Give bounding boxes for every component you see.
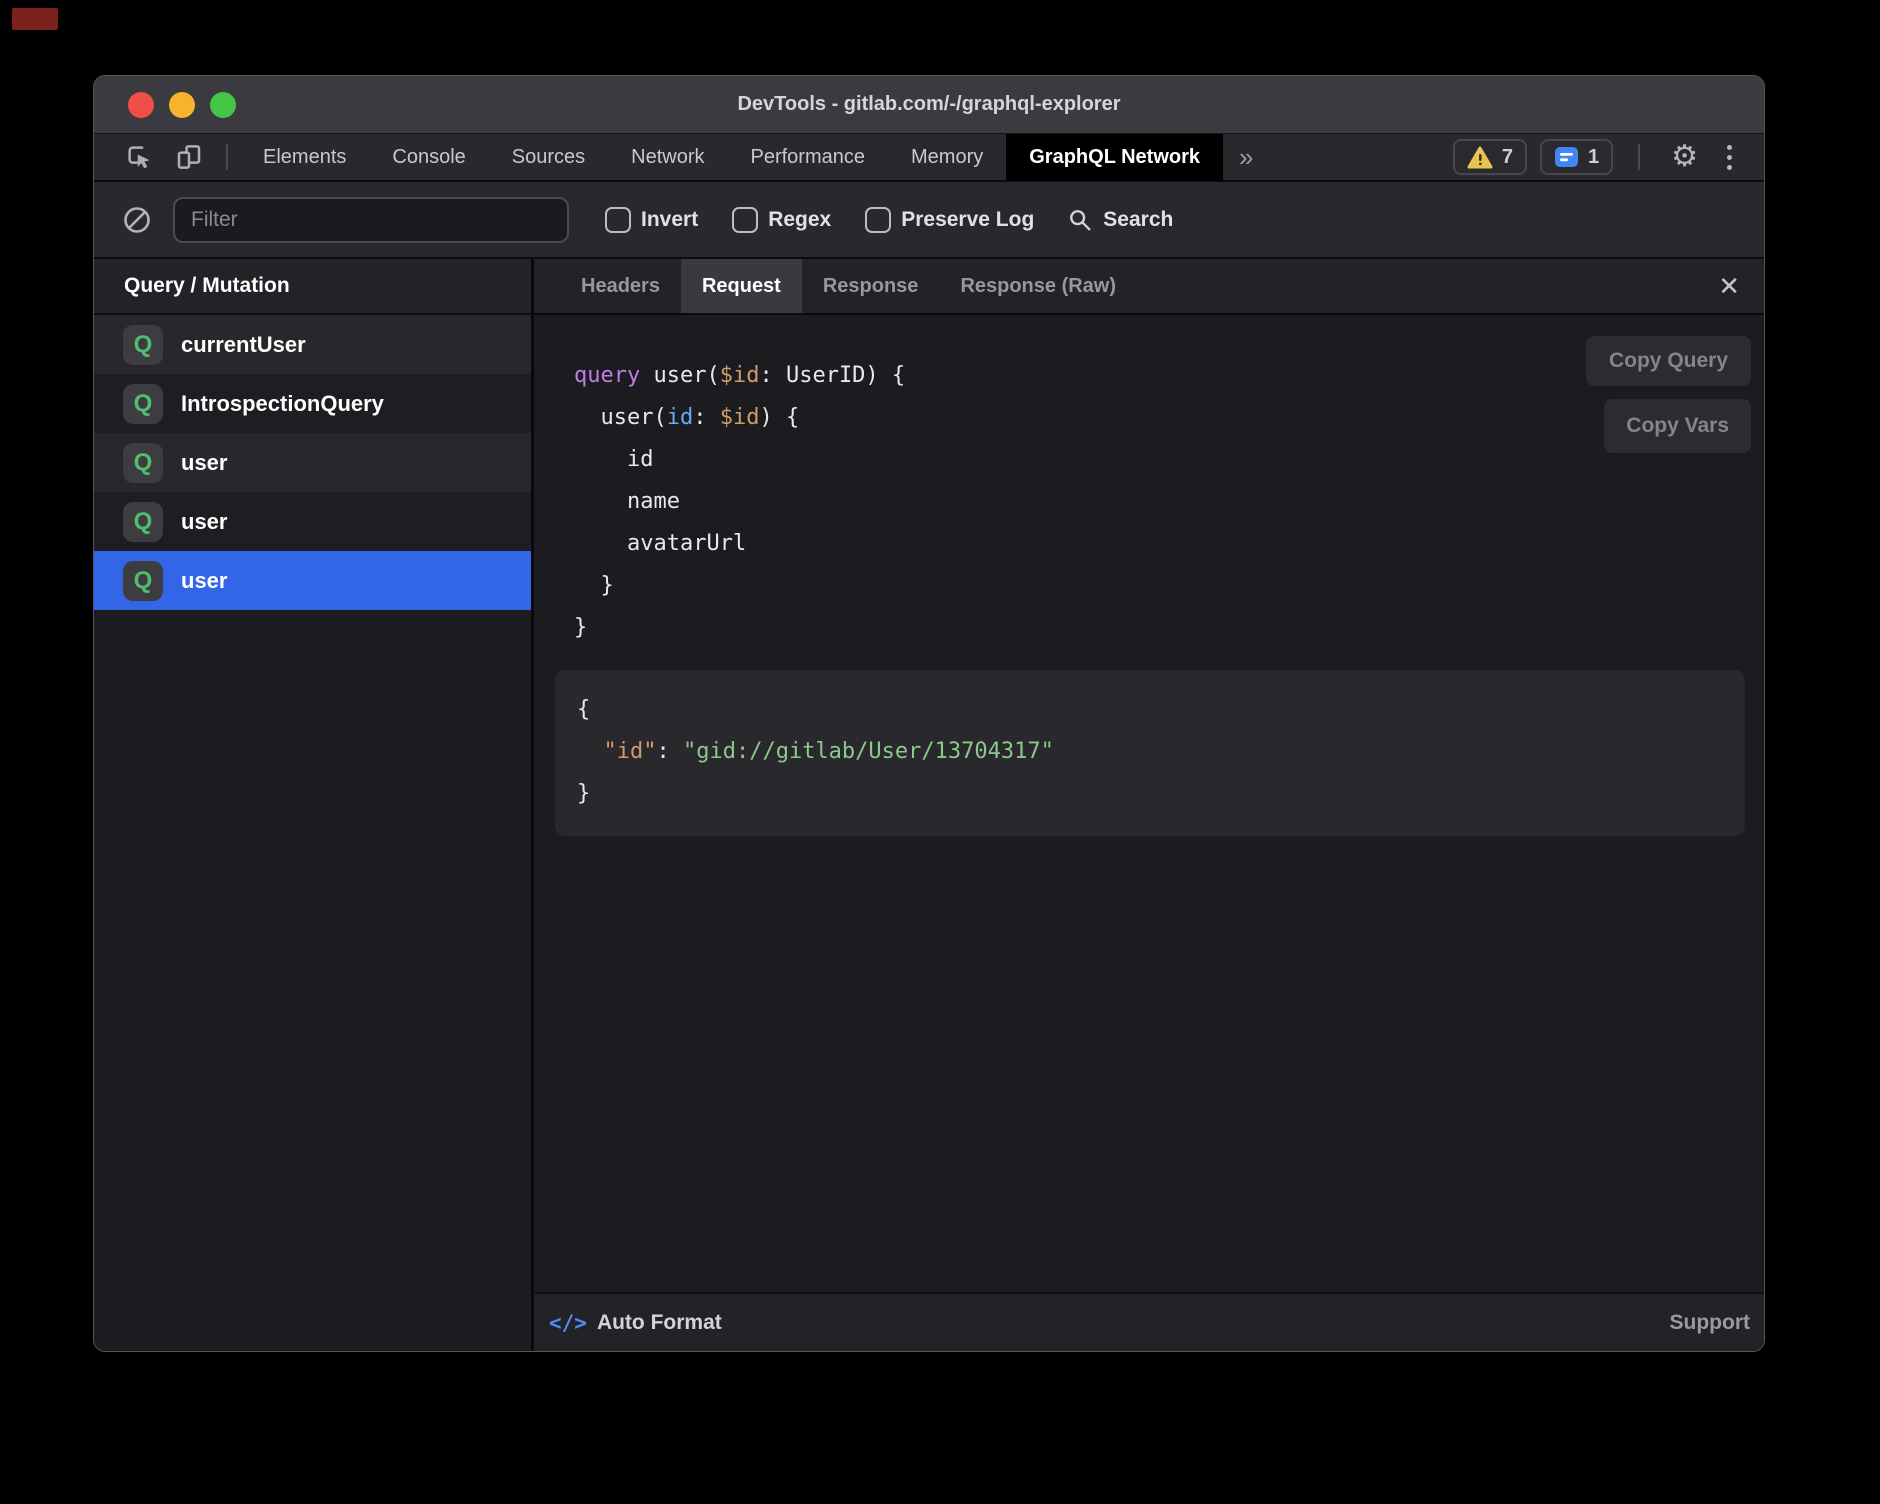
code-line: avatarUrl xyxy=(574,523,905,565)
query-type-badge: Q xyxy=(123,502,163,542)
window-title: DevTools - gitlab.com/-/graphql-explorer xyxy=(94,93,1764,116)
tab-graphql-network[interactable]: GraphQL Network xyxy=(1006,133,1223,181)
tab-request[interactable]: Request xyxy=(681,259,802,313)
preserve-log-checkbox[interactable] xyxy=(865,207,891,233)
devtools-window: DevTools - gitlab.com/-/graphql-explorer… xyxy=(93,75,1765,1352)
code-line: "id": "gid://gitlab/User/13704317" xyxy=(577,731,1745,773)
invert-checkbox[interactable] xyxy=(605,207,631,233)
code-line: id xyxy=(574,439,905,481)
request-query-code: query user($id: UserID) { user(id: $id) … xyxy=(574,355,905,649)
list-item-user-2[interactable]: Q user xyxy=(94,492,531,551)
invert-label[interactable]: Invert xyxy=(641,208,698,232)
message-icon xyxy=(1554,146,1579,168)
devtools-toolbar: Elements Console Sources Network Perform… xyxy=(94,134,1764,182)
main-content: Query / Mutation Q currentUser Q Introsp… xyxy=(94,259,1764,1351)
tab-response[interactable]: Response xyxy=(802,259,940,313)
filter-bar: Invert Regex Preserve Log Search xyxy=(94,182,1764,259)
warnings-count: 7 xyxy=(1502,146,1513,169)
list-item-currentuser[interactable]: Q currentUser xyxy=(94,315,531,374)
settings-gear-icon[interactable]: ⚙ xyxy=(1665,142,1704,172)
list-item-user-selected[interactable]: Q user xyxy=(94,551,531,610)
copy-vars-button[interactable]: Copy Vars xyxy=(1604,399,1751,453)
tab-network[interactable]: Network xyxy=(608,133,727,181)
warning-icon xyxy=(1467,146,1493,169)
more-options-icon[interactable] xyxy=(1717,139,1742,176)
code-line: } xyxy=(574,607,905,649)
tab-elements[interactable]: Elements xyxy=(240,133,369,181)
request-view: query user($id: UserID) { user(id: $id) … xyxy=(534,315,1764,1292)
toolbar-right-cluster: 7 1 ⚙ xyxy=(1453,139,1764,176)
query-type-badge: Q xyxy=(123,561,163,601)
query-type-badge: Q xyxy=(123,384,163,424)
list-item-label: IntrospectionQuery xyxy=(181,391,384,417)
list-item-label: user xyxy=(181,568,227,594)
query-list-header: Query / Mutation xyxy=(94,259,531,315)
inspect-element-icon[interactable] xyxy=(121,139,157,175)
tab-response-raw[interactable]: Response (Raw) xyxy=(939,259,1137,313)
invert-checkbox-group: Invert xyxy=(605,207,698,233)
list-item-label: currentUser xyxy=(181,332,306,358)
code-brackets-icon: </> xyxy=(549,1311,587,1335)
code-line: name xyxy=(574,481,905,523)
messages-count: 1 xyxy=(1588,146,1599,169)
device-toolbar-icon[interactable] xyxy=(171,139,207,175)
code-line: } xyxy=(574,565,905,607)
preserve-log-checkbox-group: Preserve Log xyxy=(865,207,1034,233)
more-tabs-icon[interactable]: » xyxy=(1239,142,1253,173)
close-detail-icon[interactable]: ✕ xyxy=(1710,267,1748,306)
filter-input[interactable] xyxy=(173,197,569,243)
search-icon xyxy=(1066,206,1094,234)
tab-sources[interactable]: Sources xyxy=(489,133,608,181)
warnings-badge[interactable]: 7 xyxy=(1453,139,1527,175)
regex-label[interactable]: Regex xyxy=(768,208,831,232)
query-list-panel: Query / Mutation Q currentUser Q Introsp… xyxy=(94,259,534,1351)
toolbar-divider xyxy=(1638,144,1640,170)
auto-format-button[interactable]: </> Auto Format xyxy=(549,1311,722,1335)
tab-console[interactable]: Console xyxy=(369,133,488,181)
tab-headers[interactable]: Headers xyxy=(560,259,681,313)
list-item-label: user xyxy=(181,509,227,535)
regex-checkbox-group: Regex xyxy=(732,207,831,233)
search-control[interactable]: Search xyxy=(1066,206,1173,234)
list-item-user-1[interactable]: Q user xyxy=(94,433,531,492)
request-variables-box: { "id": "gid://gitlab/User/13704317" } xyxy=(555,670,1745,836)
regex-checkbox[interactable] xyxy=(732,207,758,233)
tab-memory[interactable]: Memory xyxy=(888,133,1006,181)
copy-buttons: Copy Query Copy Vars xyxy=(1586,336,1751,453)
search-label: Search xyxy=(1103,208,1173,232)
clear-filter-icon[interactable] xyxy=(122,205,152,235)
code-line: } xyxy=(577,773,1745,815)
code-line: query user($id: UserID) { xyxy=(574,355,905,397)
copy-query-button[interactable]: Copy Query xyxy=(1586,336,1751,386)
list-item-label: user xyxy=(181,450,227,476)
detail-tab-bar: Headers Request Response Response (Raw) … xyxy=(534,259,1764,315)
title-bar: DevTools - gitlab.com/-/graphql-explorer xyxy=(94,76,1764,134)
auto-format-label: Auto Format xyxy=(597,1311,722,1335)
detail-footer: </> Auto Format Support xyxy=(534,1292,1764,1351)
code-line: user(id: $id) { xyxy=(574,397,905,439)
detail-panel: Headers Request Response Response (Raw) … xyxy=(534,259,1764,1351)
tab-performance[interactable]: Performance xyxy=(728,133,889,181)
list-item-introspectionquery[interactable]: Q IntrospectionQuery xyxy=(94,374,531,433)
query-type-badge: Q xyxy=(123,325,163,365)
code-line: { xyxy=(577,689,1745,731)
query-type-badge: Q xyxy=(123,443,163,483)
toolbar-divider xyxy=(226,144,228,170)
screen-artifact xyxy=(12,8,58,30)
messages-badge[interactable]: 1 xyxy=(1540,139,1613,175)
support-link[interactable]: Support xyxy=(1670,1311,1750,1335)
preserve-log-label[interactable]: Preserve Log xyxy=(901,208,1034,232)
